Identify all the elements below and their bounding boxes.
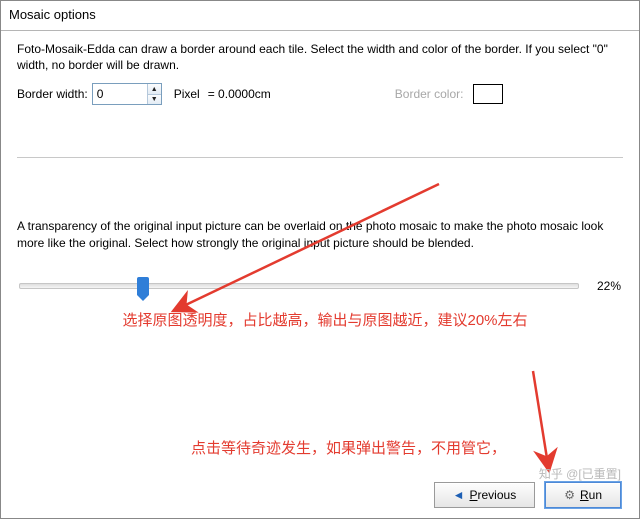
transparency-percent: 22% xyxy=(591,279,621,293)
border-width-spinner[interactable]: ▲ ▼ xyxy=(92,83,162,105)
spin-up-button[interactable]: ▲ xyxy=(148,84,161,94)
slider-thumb[interactable] xyxy=(137,277,149,295)
annotation-transparency: 选择原图透明度，占比越高，输出与原图越近，建议20%左右 xyxy=(57,309,593,330)
title-text: Mosaic options xyxy=(9,7,96,22)
watermark: 知乎 @[已重置] xyxy=(539,465,621,482)
gear-icon: ⚙ xyxy=(564,488,575,502)
border-width-row: Border width: ▲ ▼ Pixel = 0.0000cm Borde… xyxy=(17,83,623,105)
border-width-label: Border width: xyxy=(17,87,88,101)
annotation-run: 点击等待奇迹发生，如果弹出警告，不用管它， xyxy=(191,437,609,458)
transparency-slider-row: 22% xyxy=(19,279,621,293)
border-width-input[interactable] xyxy=(93,84,147,104)
run-button-label: Run xyxy=(580,488,602,502)
chevron-down-icon: ▼ xyxy=(151,96,158,103)
border-description: Foto-Mosaik-Edda can draw a border aroun… xyxy=(17,41,623,73)
button-bar: ◄ Previous ⚙ Run xyxy=(1,482,639,508)
previous-button-label: Previous xyxy=(470,488,517,502)
border-color-label: Border color: xyxy=(395,87,464,101)
separator xyxy=(17,157,623,158)
run-button[interactable]: ⚙ Run xyxy=(545,482,621,508)
spin-down-button[interactable]: ▼ xyxy=(148,94,161,105)
transparency-description: A transparency of the original input pic… xyxy=(17,218,623,250)
previous-button[interactable]: ◄ Previous xyxy=(434,482,536,508)
arrow-left-icon: ◄ xyxy=(453,488,465,502)
spinner-buttons: ▲ ▼ xyxy=(147,84,161,104)
border-color-swatch[interactable] xyxy=(473,84,503,104)
border-width-unit: Pixel xyxy=(174,87,200,101)
chevron-up-icon: ▲ xyxy=(151,86,158,93)
window: Mosaic options Foto-Mosaik-Edda can draw… xyxy=(0,0,640,519)
border-width-eq: = 0.0000cm xyxy=(208,87,271,101)
transparency-slider[interactable] xyxy=(19,283,579,289)
page-title: Mosaic options xyxy=(1,1,639,31)
content-top: Foto-Mosaik-Edda can draw a border aroun… xyxy=(1,31,639,330)
